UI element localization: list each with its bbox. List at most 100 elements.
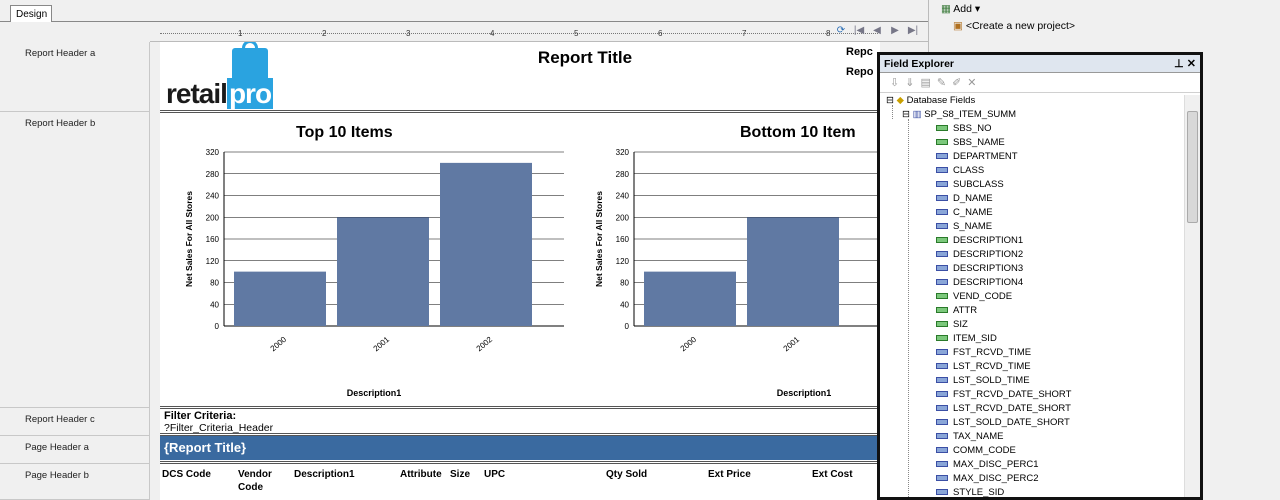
tree-field-item[interactable]: MAX_DISC_PERC1 <box>936 459 1039 473</box>
horizontal-ruler: 1 2 3 4 5 6 7 8 ⟳ |◀ ◀ ▶ ▶| <box>150 22 928 42</box>
tree-field-item[interactable]: DESCRIPTION4 <box>936 277 1023 291</box>
tree-field-item[interactable]: STYLE_SID <box>936 487 1004 500</box>
column-header-description1[interactable]: Description1 <box>294 468 355 481</box>
field-name: LST_RCVD_TIME <box>953 361 1031 372</box>
band-page-header-a[interactable]: Page Header a <box>0 436 150 464</box>
band-report-header-a[interactable]: Report Header a <box>0 42 150 112</box>
next-page-button[interactable]: ▶ <box>888 25 902 36</box>
ruler-ticks <box>160 33 878 34</box>
band-label-column: Report Header a Report Header b Report H… <box>0 42 150 500</box>
tree-field-item[interactable]: SUBCLASS <box>936 179 1004 193</box>
band-separator <box>160 461 880 464</box>
report-field-cut-1[interactable]: Repc <box>846 46 873 58</box>
tree-field-item[interactable]: SBS_NO <box>936 123 992 137</box>
field-icon <box>936 377 948 384</box>
field-icon <box>936 195 948 202</box>
column-header-attribute[interactable]: Attribute <box>400 468 442 481</box>
page-title-field[interactable]: {Report Title} <box>160 436 880 460</box>
tree-field-item[interactable]: DESCRIPTION2 <box>936 249 1023 263</box>
column-header-dcs-code[interactable]: DCS Code <box>162 468 211 481</box>
edit-icon[interactable]: ✎ <box>937 77 952 89</box>
field-icon <box>936 139 948 146</box>
tree-field-item[interactable]: LST_SOLD_TIME <box>936 375 1030 389</box>
last-page-button[interactable]: ▶| <box>906 25 920 36</box>
tree-table-node[interactable]: ⊟ ▥ SP_S8_ITEM_SUMM <box>902 109 1016 123</box>
tree-field-item[interactable]: MAX_DISC_PERC2 <box>936 473 1039 487</box>
y-tick-label: 160 <box>616 235 630 244</box>
column-header-qty-sold[interactable]: Qty Sold <box>606 468 647 481</box>
rename-icon[interactable]: ✐ <box>952 77 967 89</box>
column-header-ext-cost[interactable]: Ext Cost <box>812 468 853 481</box>
field-name: DEPARTMENT <box>953 151 1018 162</box>
column-header-ext-price[interactable]: Ext Price <box>708 468 751 481</box>
chart-bottom-10-items[interactable]: 0 40 80 120 160 200 240 280 320 2000 2001 Descripti… <box>592 146 880 406</box>
y-tick-label: 320 <box>616 148 630 157</box>
tree-field-item[interactable]: SBS_NAME <box>936 137 1005 151</box>
field-explorer-toolbar: ⇩⇓▤✎✐✕ <box>880 74 1200 93</box>
tree-field-item[interactable]: S_NAME <box>936 221 992 235</box>
browse-icon[interactable]: ⇓ <box>905 77 920 89</box>
tree-field-item[interactable]: FST_RCVD_TIME <box>936 347 1031 361</box>
tree-root-label: Database Fields <box>906 95 976 106</box>
tree-field-item[interactable]: DEPARTMENT <box>936 151 1018 165</box>
field-explorer-scrollbar[interactable] <box>1184 95 1200 497</box>
x-tick-label: 2000 <box>269 335 289 354</box>
field-name: DESCRIPTION4 <box>953 277 1024 288</box>
tree-field-item[interactable]: CLASS <box>936 165 984 179</box>
tree-field-item[interactable]: DESCRIPTION1 <box>936 235 1023 249</box>
ruler-number: 3 <box>406 29 411 38</box>
x-axis-title: Description1 <box>347 388 402 398</box>
field-name: DESCRIPTION1 <box>953 235 1024 246</box>
band-separator <box>160 406 880 409</box>
band-report-header-b[interactable]: Report Header b <box>0 112 150 408</box>
tab-design[interactable]: Design <box>10 5 52 22</box>
tree-field-item[interactable]: C_NAME <box>936 207 993 221</box>
y-tick-label: 40 <box>210 300 219 309</box>
tree-field-item[interactable]: LST_SOLD_DATE_SHORT <box>936 417 1070 431</box>
tree-field-item[interactable]: LST_RCVD_TIME <box>936 361 1031 375</box>
insert-field-icon[interactable]: ⇩ <box>890 77 905 89</box>
field-icon <box>936 475 948 482</box>
prev-page-button[interactable]: ◀ <box>870 25 884 36</box>
band-page-header-b[interactable]: Page Header b <box>0 464 150 500</box>
new-icon[interactable]: ▤ <box>920 77 936 89</box>
tree-field-item[interactable]: TAX_NAME <box>936 431 1004 445</box>
y-tick-label: 200 <box>616 213 630 222</box>
tree-field-item[interactable]: SIZ <box>936 319 968 333</box>
delete-icon[interactable]: ✕ <box>967 77 982 89</box>
refresh-icon[interactable]: ⟳ <box>834 25 848 36</box>
tree-field-item[interactable]: D_NAME <box>936 193 993 207</box>
field-icon <box>936 223 948 230</box>
tree-root-database-fields[interactable]: ⊟ ◆ Database Fields <box>886 95 975 109</box>
column-header-upc[interactable]: UPC <box>484 468 505 481</box>
x-tick-label: 2000 <box>679 335 699 354</box>
bar <box>234 271 326 326</box>
scrollbar-thumb[interactable] <box>1187 111 1198 223</box>
tree-field-item[interactable]: ATTR <box>936 305 977 319</box>
y-tick-label: 240 <box>616 192 630 201</box>
tree-field-item[interactable]: COMM_CODE <box>936 445 1016 459</box>
first-page-button[interactable]: |◀ <box>852 25 866 36</box>
band-report-header-c[interactable]: Report Header c <box>0 408 150 436</box>
column-header-vendor-code[interactable]: Vendor Code <box>238 468 272 494</box>
pin-icon[interactable]: ⊥ <box>1174 58 1184 70</box>
tree-field-item[interactable]: LST_RCVD_DATE_SHORT <box>936 403 1071 417</box>
column-header-size[interactable]: Size <box>450 468 470 481</box>
report-title-field[interactable]: Report Title <box>450 48 720 68</box>
bar <box>747 217 839 326</box>
tree-field-item[interactable]: ITEM_SID <box>936 333 997 347</box>
filter-criteria-label[interactable]: Filter Criteria: <box>164 410 236 422</box>
ruler-number: 8 <box>826 29 831 38</box>
tree-field-item[interactable]: FST_RCVD_DATE_SHORT <box>936 389 1071 403</box>
field-icon <box>936 447 948 454</box>
create-project-link[interactable]: ▣ <Create a new project> <box>953 20 1075 32</box>
chart-top-10-items[interactable]: 0 40 80 120 160 200 240 280 320 2000 2001 2002 Descr… <box>174 146 574 406</box>
close-icon[interactable]: ✕ <box>1187 58 1196 70</box>
field-name: FST_RCVD_DATE_SHORT <box>953 389 1072 400</box>
field-explorer-panel: Field Explorer ⊥ ✕ ⇩⇓▤✎✐✕ ⊟ ◆ Database F… <box>877 52 1203 500</box>
tree-field-item[interactable]: DESCRIPTION3 <box>936 263 1023 277</box>
report-field-cut-2[interactable]: Repo <box>846 66 874 78</box>
band-separator <box>160 110 880 113</box>
add-button[interactable]: ▦ Add ▾ <box>941 3 980 15</box>
tree-field-item[interactable]: VEND_CODE <box>936 291 1012 305</box>
